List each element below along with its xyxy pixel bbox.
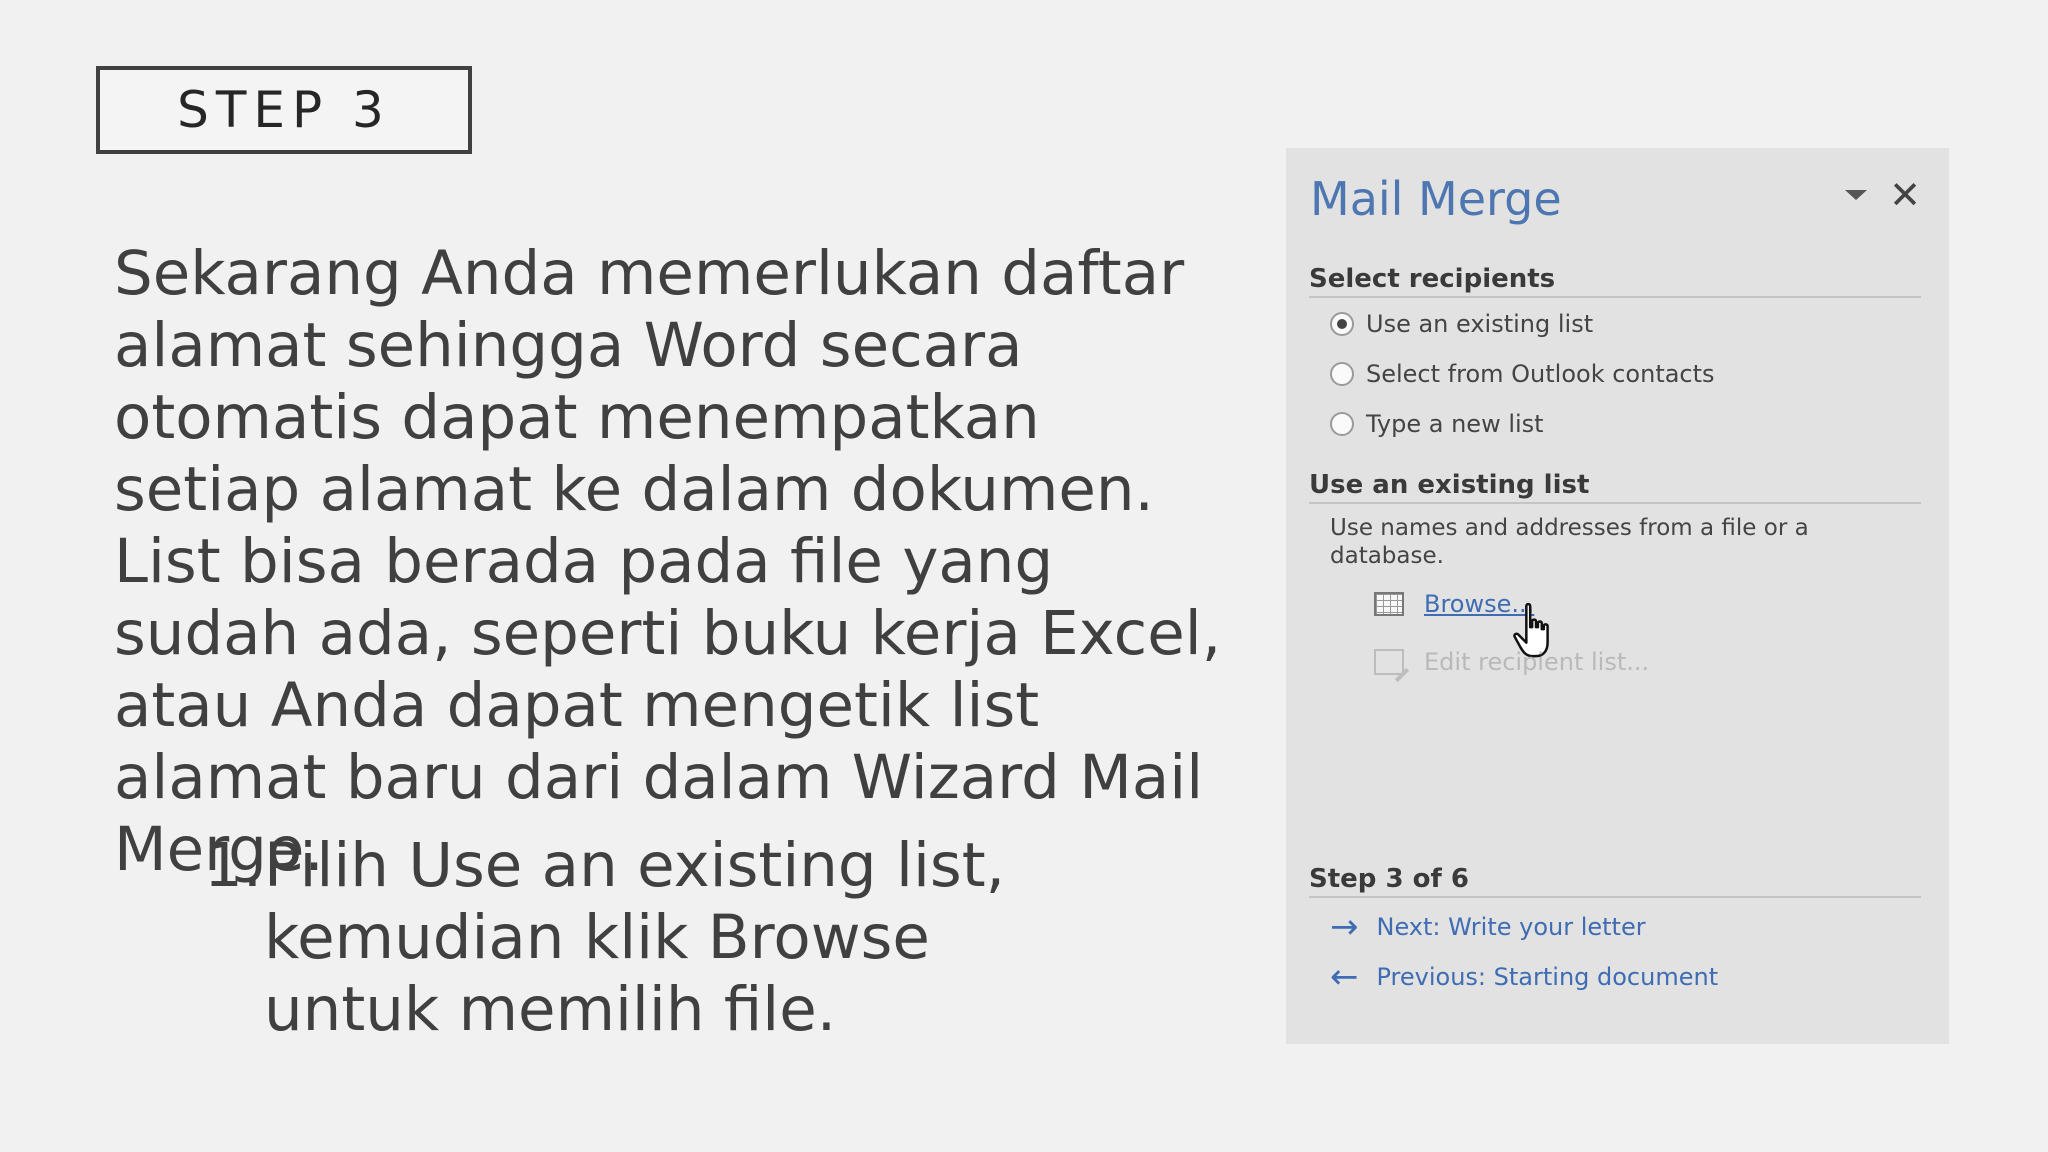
previous-label[interactable]: Previous: Starting document [1377,963,1719,991]
radio-button[interactable] [1330,312,1354,336]
radio-type-new-list[interactable]: Type a new list [1330,410,1544,438]
step-label-box: STEP 3 [96,66,472,154]
existing-list-heading: Use an existing list [1309,470,1921,504]
radio-use-existing-list[interactable]: Use an existing list [1330,310,1593,338]
arrow-right-icon: → [1330,907,1359,947]
edit-list-icon [1374,649,1404,675]
mail-merge-pane: Mail Merge ✕ Select recipients Use an ex… [1286,148,1949,1044]
arrow-left-icon: ← [1330,957,1359,997]
edit-recipient-link: Edit recipient list... [1424,648,1650,676]
step-label: STEP 3 [177,81,391,139]
instruction-list-item: 1. Pilih Use an existing list, kemudian … [204,830,1104,1046]
list-item-text: Pilih Use an existing list, kemudian kli… [264,830,1006,1045]
previous-step-link[interactable]: ← Previous: Starting document [1330,960,1718,994]
pane-title: Mail Merge [1310,172,1562,226]
radio-button[interactable] [1330,412,1354,436]
next-step-link[interactable]: → Next: Write your letter [1330,910,1646,944]
pane-controls: ✕ [1845,176,1921,214]
radio-select-outlook-contacts[interactable]: Select from Outlook contacts [1330,360,1715,388]
existing-list-description: Use names and addresses from a file or a… [1330,515,1809,569]
next-label[interactable]: Next: Write your letter [1377,913,1646,941]
radio-button[interactable] [1330,362,1354,386]
slide-paragraph: Sekarang Anda memerlukan daftar alamat s… [114,238,1222,885]
radio-label: Select from Outlook contacts [1366,360,1715,388]
step-heading: Step 3 of 6 [1309,864,1921,898]
table-icon [1374,592,1404,616]
select-recipients-heading: Select recipients [1309,264,1921,298]
chevron-down-icon[interactable] [1845,190,1868,200]
edit-recipient-action: Edit recipient list... [1374,648,1649,676]
list-item-number: 1. [204,830,263,901]
close-icon[interactable]: ✕ [1889,176,1921,214]
radio-label: Use an existing list [1366,310,1594,338]
radio-label: Type a new list [1366,410,1544,438]
